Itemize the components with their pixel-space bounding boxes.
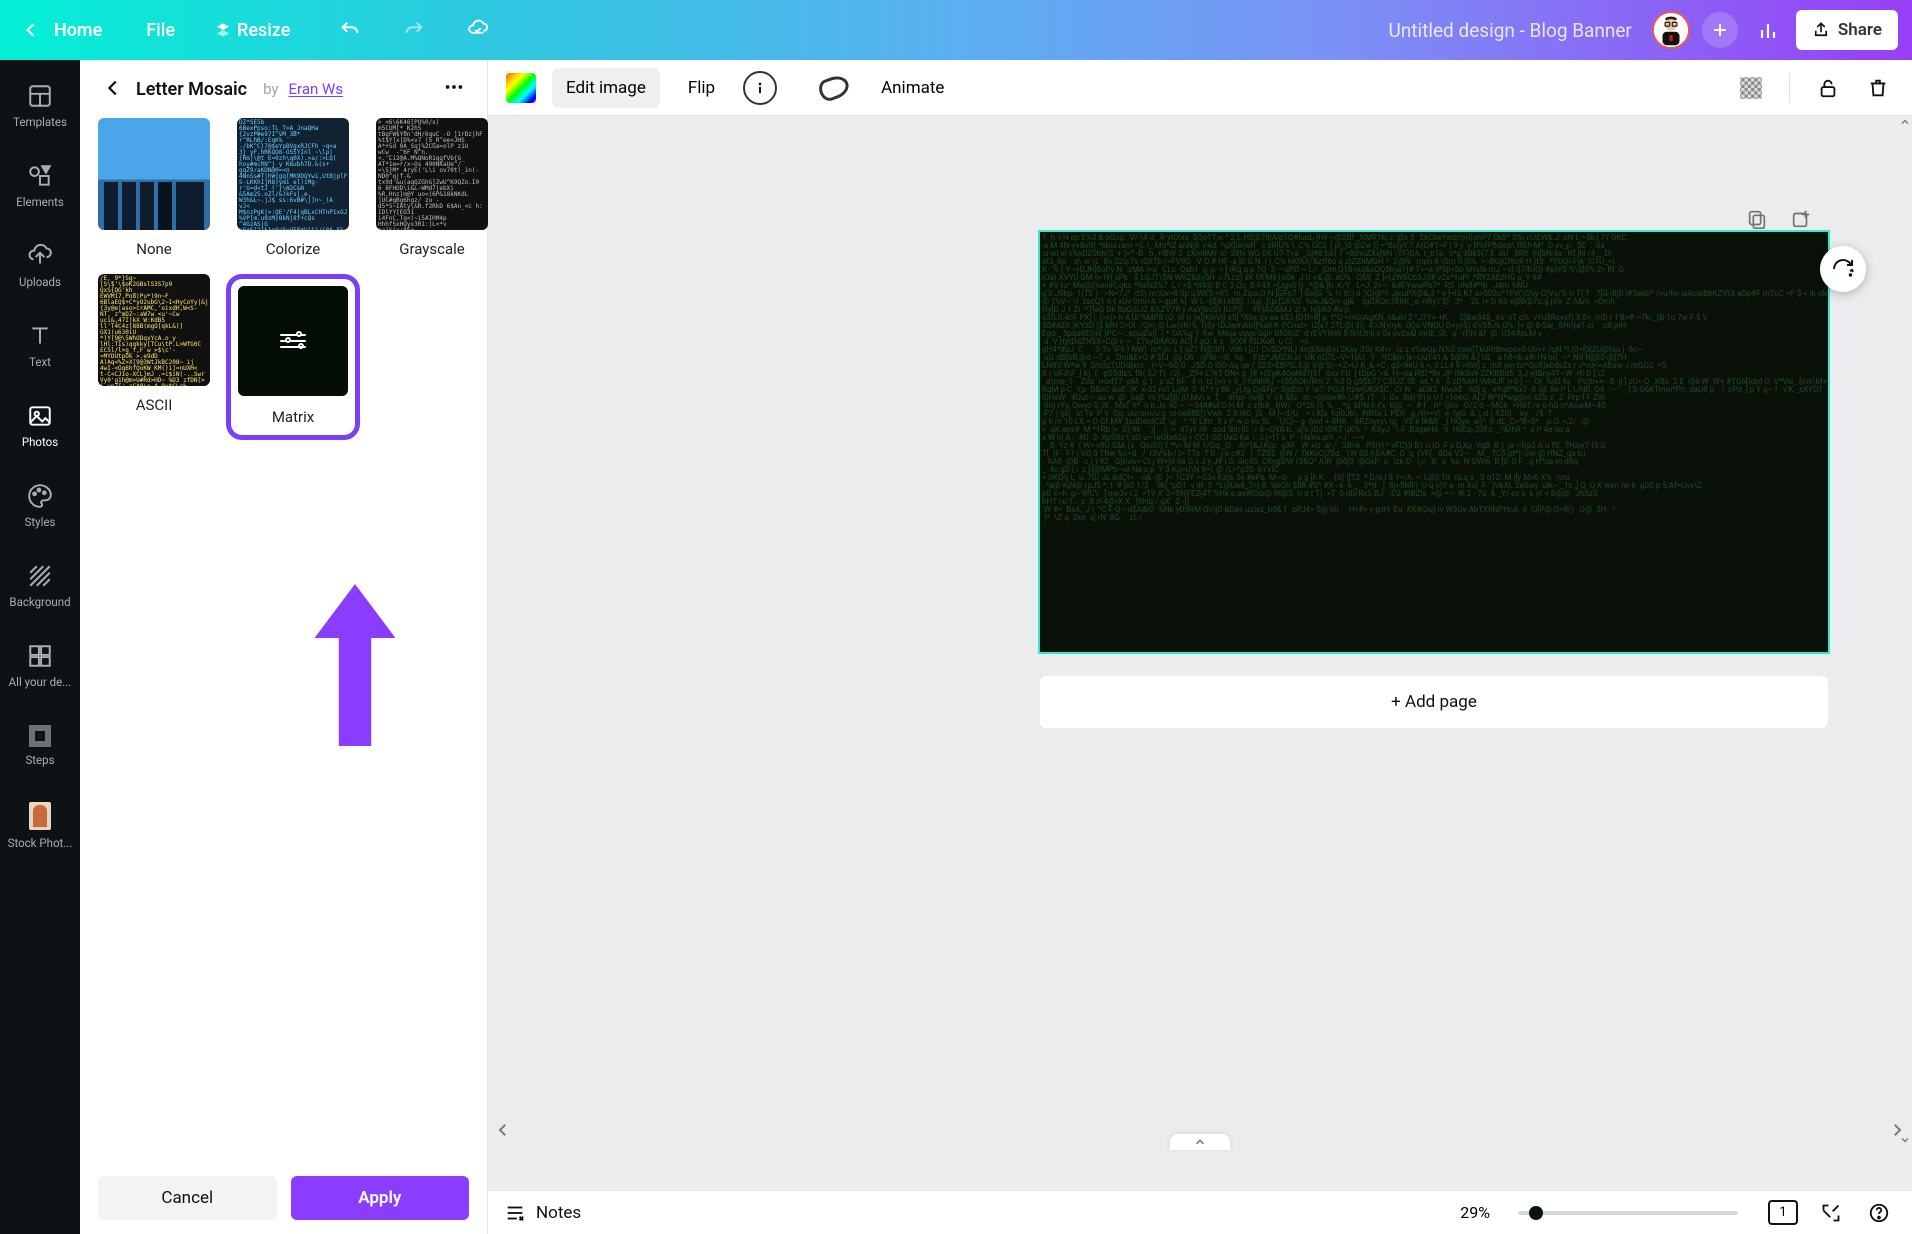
panel-more-icon[interactable] — [443, 76, 465, 102]
preset-thumb[interactable]: > <6\6K46[PQ%0/s) m5CUM[*_K2hS tBgFW$Y0n… — [376, 118, 488, 230]
rail-label: Steps — [1, 753, 79, 767]
transparency-icon[interactable] — [1733, 70, 1769, 106]
new-page-icon[interactable] — [1786, 204, 1816, 234]
rail-background[interactable]: Background — [0, 550, 80, 622]
preset-thumb[interactable] — [236, 284, 350, 398]
back-chevron-icon[interactable] — [14, 13, 48, 47]
notes-label: Notes — [536, 1203, 581, 1223]
preset-none[interactable]: None — [98, 118, 210, 258]
footer-bar: Notes 29% 1 — [488, 1190, 1912, 1234]
zoom-value[interactable]: 29% — [1460, 1203, 1490, 1222]
regenerate-fab[interactable] — [1820, 246, 1866, 292]
preset-label: Colorize — [266, 240, 321, 258]
avatar[interactable] — [1652, 11, 1690, 49]
context-toolbar: Edit image Flip Animate — [488, 60, 1912, 116]
edit-image-button[interactable]: Edit image — [552, 68, 660, 108]
zoom-knob[interactable] — [1529, 1206, 1543, 1220]
rail-label: Text — [1, 355, 79, 369]
panel-back-icon[interactable] — [102, 77, 126, 101]
animate-button[interactable]: Animate — [867, 68, 958, 108]
rail-photos[interactable]: Photos — [0, 390, 80, 462]
rail-stockphotos[interactable]: Stock Phot... — [0, 790, 80, 862]
effects-panel: Letter Mosaic by Eran Ws None DZ*SE5b 6B… — [80, 60, 488, 1234]
rail-label: Uploads — [1, 275, 79, 289]
resize-label: Resize — [237, 20, 290, 41]
preset-colorize[interactable]: DZ*SE5b 6BexPpso:TL_T>A_JnaQHa {2vzP#e97… — [226, 118, 360, 258]
rail-label: All your de... — [1, 675, 79, 689]
preset-label: None — [136, 240, 172, 258]
vertical-scrollbar[interactable] — [1900, 116, 1910, 1146]
rail-label: Elements — [1, 195, 79, 209]
trash-icon[interactable] — [1860, 70, 1896, 106]
page-strip-handle[interactable] — [1170, 1134, 1230, 1150]
page-count-badge[interactable]: 1 — [1766, 1196, 1800, 1230]
apply-button[interactable]: Apply — [291, 1176, 470, 1220]
lock-icon[interactable] — [1810, 70, 1846, 106]
rail-label: Templates — [1, 115, 79, 129]
preset-grayscale[interactable]: > <6\6K46[PQ%0/s) m5CUM[*_K2hS tBgFW$Y0n… — [376, 118, 488, 258]
preset-ascii[interactable]: /E,_9*}Sg~[S\$'\$oK2GBslS3S7p9 QxS{QG'kh… — [98, 274, 210, 440]
rail-steps[interactable]: Steps — [0, 710, 80, 782]
cancel-button[interactable]: Cancel — [98, 1176, 277, 1220]
preset-thumb[interactable]: DZ*SE5b 6BexPpso:TL_T>A_JnaQHa {2vzP#e97… — [237, 118, 349, 230]
panel-header: Letter Mosaic by Eran Ws — [80, 60, 487, 118]
zoom-slider[interactable] — [1518, 1211, 1738, 1215]
invite-plus-icon[interactable] — [1702, 12, 1738, 48]
prev-page-icon[interactable] — [494, 1121, 512, 1143]
rail-label: Background — [1, 595, 79, 609]
preset-grid: None DZ*SE5b 6BexPpso:TL_T>A_JnaQHa {2vz… — [80, 118, 487, 440]
crop-visibility-icon[interactable] — [816, 72, 852, 103]
resize-menu[interactable]: Resize — [215, 20, 290, 41]
rail-uploads[interactable]: Uploads — [0, 230, 80, 302]
insights-icon[interactable] — [1750, 12, 1786, 48]
duplicate-page-icon[interactable] — [1742, 204, 1772, 234]
left-rail: Templates Elements Uploads Text Photos S… — [0, 60, 80, 1234]
rail-label: Styles — [1, 515, 79, 529]
top-bar: Home File Resize Untitled design - Blog … — [0, 0, 1912, 60]
rail-label: Stock Phot... — [1, 836, 79, 850]
sliders-icon — [280, 332, 306, 350]
canvas-stage[interactable]: T h l H ep E%3 & oGug ' V/ \4 d R ytIXxs… — [488, 116, 1912, 1190]
rail-allyour[interactable]: All your de... — [0, 630, 80, 702]
rail-styles[interactable]: Styles — [0, 470, 80, 542]
notes-button[interactable]: Notes — [504, 1202, 581, 1224]
preset-matrix[interactable]: Matrix — [226, 274, 360, 440]
file-menu[interactable]: File — [146, 20, 175, 41]
redo-icon[interactable] — [396, 12, 432, 48]
preset-label: Grayscale — [399, 240, 465, 258]
undo-icon[interactable] — [332, 12, 368, 48]
rail-text[interactable]: Text — [0, 310, 80, 382]
home-button[interactable]: Home — [54, 20, 102, 41]
rail-label: Photos — [1, 435, 79, 449]
flip-button[interactable]: Flip — [674, 68, 729, 108]
panel-by: by — [263, 80, 278, 98]
preset-label: Matrix — [272, 408, 314, 430]
panel-footer: Cancel Apply — [80, 1162, 487, 1234]
info-icon[interactable] — [743, 71, 777, 105]
share-label: Share — [1838, 20, 1882, 40]
fullscreen-icon[interactable] — [1814, 1196, 1848, 1230]
preset-label: ASCII — [136, 396, 173, 414]
workspace: Edit image Flip Animate T h l H ep E%3 &… — [488, 60, 1912, 1234]
preset-thumb[interactable] — [98, 118, 210, 230]
panel-title: Letter Mosaic — [136, 79, 247, 100]
cloud-sync-icon[interactable] — [460, 12, 496, 48]
share-button[interactable]: Share — [1796, 10, 1898, 50]
canvas[interactable]: T h l H ep E%3 & oGug ' V/ \4 d R ytIXxs… — [1040, 232, 1828, 652]
callout-arrow-icon — [310, 570, 400, 760]
doc-title[interactable]: Untitled design - Blog Banner — [1388, 19, 1631, 42]
preset-thumb[interactable]: /E,_9*}Sg~[S\$'\$oK2GBslS3S7p9 QxS{QG'kh… — [98, 274, 210, 386]
color-swatch[interactable] — [504, 71, 538, 105]
help-icon[interactable] — [1862, 1196, 1896, 1230]
panel-author[interactable]: Eran Ws — [289, 80, 344, 98]
add-page-button[interactable]: + Add page — [1040, 676, 1828, 728]
rail-elements[interactable]: Elements — [0, 150, 80, 222]
rail-templates[interactable]: Templates — [0, 70, 80, 142]
